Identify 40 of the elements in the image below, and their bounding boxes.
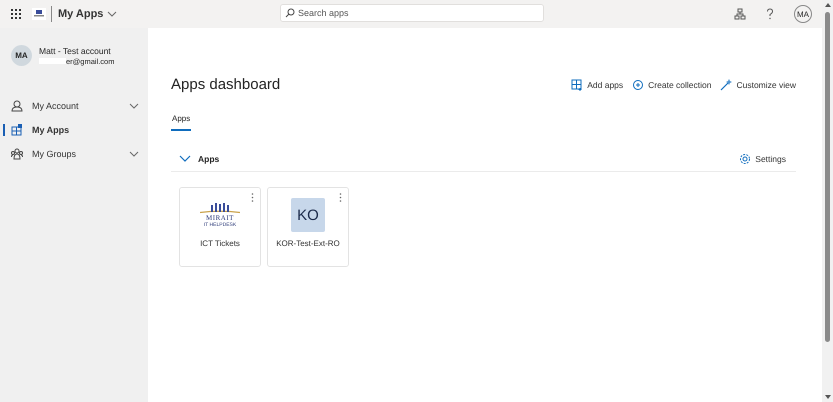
person-icon — [11, 100, 23, 112]
grid-plus-icon — [571, 78, 584, 90]
logo-icon — [32, 8, 46, 20]
app-launcher-icon[interactable] — [11, 9, 21, 19]
avatar: MA — [11, 45, 32, 66]
search-field[interactable]: Search apps — [280, 4, 544, 22]
app-tile[interactable]: KO KOR-Test-Ext-RO — [267, 187, 349, 267]
user-name: Matt - Test account — [39, 46, 112, 56]
tab[interactable]: Apps — [171, 111, 192, 131]
chevron-down-icon[interactable] — [107, 11, 118, 17]
page-title: Apps dashboard — [171, 76, 280, 93]
scroll-down-icon[interactable] — [824, 395, 830, 399]
action-button[interactable]: Customize view — [720, 78, 796, 90]
avatar-button[interactable]: MA — [794, 5, 812, 23]
app-title-button[interactable]: My Apps — [58, 8, 118, 20]
more-options-icon[interactable] — [339, 193, 342, 202]
help-icon[interactable] — [766, 8, 774, 20]
app-name: KOR-Test-Ext-RO — [276, 239, 340, 248]
nav-item[interactable]: My Account — [0, 94, 148, 118]
scrollbar[interactable] — [822, 0, 833, 402]
action-button[interactable]: Create collection — [632, 78, 712, 90]
action-button[interactable]: Add apps — [571, 78, 624, 90]
add-circle-icon — [632, 78, 644, 90]
app-initials: KO — [291, 198, 325, 232]
settings-icon — [739, 153, 752, 165]
app-name: ICT Tickets — [200, 239, 240, 248]
scrollbar-thumb[interactable] — [825, 12, 830, 342]
nav-item[interactable]: My Apps — [0, 118, 148, 142]
nav-item[interactable]: My Groups — [0, 142, 148, 166]
chevron-down-icon[interactable] — [129, 103, 139, 109]
wand-icon — [720, 78, 732, 90]
people-icon — [11, 148, 23, 160]
chevron-down-icon[interactable] — [129, 151, 139, 157]
section-toggle[interactable]: Apps — [179, 154, 220, 164]
org-chart-icon[interactable] — [734, 8, 746, 20]
scroll-up-icon[interactable] — [824, 3, 830, 7]
apps-grid-icon — [11, 124, 23, 136]
skyline-icon — [200, 202, 240, 214]
settings-button[interactable]: Settings — [739, 153, 786, 165]
more-options-icon[interactable] — [251, 193, 254, 202]
